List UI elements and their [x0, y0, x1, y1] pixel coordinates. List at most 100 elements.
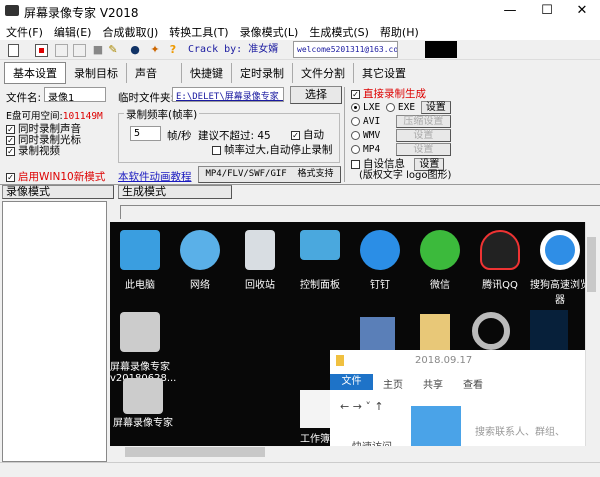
- options-list: ✓ 同时录制声音 ✓ 同时录制光标 ✓ 录制视频: [6, 124, 81, 157]
- lxe-radio[interactable]: LXE: [351, 102, 380, 113]
- icon-label: 屏幕录像专家: [113, 418, 173, 429]
- overwatch-icon: [472, 312, 510, 350]
- record-video-label: 录制视频: [18, 145, 60, 157]
- menu-compose[interactable]: 合成截取(J): [96, 22, 163, 40]
- icon-label: 网络: [190, 280, 210, 291]
- formats-button[interactable]: MP4/FLV/SWF/GIF 格式支持: [198, 166, 341, 183]
- stop-icon[interactable]: [73, 44, 86, 57]
- exe-radio[interactable]: EXE: [385, 102, 416, 113]
- win10-mode-label: 启用WIN10新模式: [18, 171, 106, 183]
- avi-label: AVI: [363, 116, 381, 127]
- minimize-button[interactable]: —: [490, 0, 530, 22]
- vertical-scrollbar[interactable]: [585, 222, 597, 446]
- menu-help[interactable]: 帮助(H): [374, 22, 424, 40]
- installer-icon: [360, 317, 395, 352]
- output-panel: ✓ 直接录制生成 LXE EXE 设置 AVI 压缩设置 WMV 设置 MP4 设…: [344, 87, 456, 182]
- help-icon[interactable]: ?: [165, 42, 181, 58]
- globe-icon[interactable]: ●: [127, 42, 143, 58]
- window-title: 屏幕录像专家 V2018: [24, 6, 139, 20]
- horizontal-scrollbar[interactable]: [110, 446, 585, 458]
- tab-target[interactable]: 录制目标: [66, 63, 127, 83]
- compress-settings-button[interactable]: 压缩设置: [395, 115, 451, 128]
- menu-convert[interactable]: 转换工具(T): [163, 22, 233, 40]
- blue-block: [411, 406, 461, 446]
- tab-timer[interactable]: 定时录制: [232, 63, 293, 83]
- menu-file[interactable]: 文件(F): [0, 22, 48, 40]
- tutorial-link[interactable]: 本软件动画教程: [118, 169, 192, 184]
- desktop-icons-row: 此电脑 网络 回收站 控制面板 钉钉 微信 腾讯QQ 搜狗高速浏览器: [110, 230, 585, 306]
- menu-bar: 文件(F) 编辑(E) 合成截取(J) 转换工具(T) 录像模式(L) 生成模式(S) 帮助…: [0, 22, 600, 40]
- explorer-tab-file: 文件: [330, 374, 373, 390]
- record-mode-header[interactable]: 录像模式: [2, 185, 114, 199]
- desktop-icon: 微信: [410, 230, 470, 306]
- record-list[interactable]: [2, 201, 107, 462]
- explorer-window: 2018.09.17 文件 主页 共享 查看 ← → ˅ ↑ 搜索联系人、群组、…: [330, 350, 585, 446]
- icon-label: 钉钉: [370, 280, 390, 291]
- filename-label: 文件名:: [6, 92, 42, 104]
- disk-label: E盘可用空间:: [6, 111, 63, 122]
- explorer-tab-home: 主页: [383, 380, 403, 391]
- pause-icon[interactable]: [55, 44, 68, 57]
- quick-access: 快速访问: [352, 438, 392, 446]
- mp4-settings-button[interactable]: 设置: [395, 143, 451, 156]
- exe-label: EXE: [397, 102, 416, 113]
- folder-icon: [336, 355, 344, 366]
- desktop-icon: 网络: [170, 230, 230, 306]
- direct-gen-checkbox[interactable]: ✓ 直接录制生成: [345, 87, 456, 101]
- record-video-checkbox[interactable]: ✓ 录制视频: [6, 146, 81, 157]
- tab-basic[interactable]: 基本设置: [4, 62, 66, 84]
- custom-info-checkbox[interactable]: 自设信息: [351, 158, 405, 170]
- crack-label: Crack by: 准女婿: [188, 44, 279, 55]
- lxe-settings-button[interactable]: 设置: [420, 101, 451, 114]
- back-arrow-icon: ← → ˅ ↑: [340, 400, 384, 413]
- title-bar: 屏幕录像专家 V2018 — ☐ ✕: [0, 0, 600, 22]
- custom-info-label: 自设信息: [363, 158, 405, 170]
- status-bar: [0, 462, 600, 477]
- icon-label: 此电脑: [125, 280, 155, 291]
- temp-folder-field[interactable]: E:\DELET\屏幕录像专家 V: [172, 87, 284, 102]
- wmv-radio[interactable]: WMV: [351, 130, 380, 141]
- settings-icon[interactable]: ✦: [147, 42, 163, 58]
- auto-checkbox[interactable]: ✓ 自动: [291, 127, 324, 142]
- fps-unit: 帧/秒: [167, 130, 192, 142]
- battlenet-icon: [530, 310, 568, 350]
- win10-mode-checkbox[interactable]: ✓ 启用WIN10新模式: [6, 169, 105, 184]
- desktop-icon: 回收站: [230, 230, 290, 306]
- wmv-settings-button[interactable]: 设置: [395, 129, 451, 142]
- icon-label: 搜狗高速浏览器: [530, 280, 585, 306]
- folder-icon: [420, 314, 450, 352]
- menu-gen-mode[interactable]: 生成模式(S): [303, 22, 374, 40]
- gen-mode-header[interactable]: 生成模式: [118, 185, 232, 199]
- desktop-icon: 此电脑: [110, 230, 170, 306]
- screen-preview[interactable]: 此电脑 网络 回收站 控制面板 钉钉 微信 腾讯QQ 搜狗高速浏览器 屏幕录像专…: [110, 222, 585, 446]
- tab-hotkey[interactable]: 快捷键: [182, 63, 232, 83]
- app-icon: [5, 5, 19, 16]
- camera-icon[interactable]: ■: [90, 42, 106, 58]
- tab-split[interactable]: 文件分割: [293, 63, 354, 83]
- disk-space-value: 101149M: [62, 111, 103, 122]
- desktop-icon: 腾讯QQ: [470, 230, 530, 306]
- maximize-button[interactable]: ☐: [527, 0, 567, 22]
- record-icon[interactable]: [35, 44, 48, 57]
- fps-group-title: 录制频率(帧率): [124, 107, 200, 122]
- icon-label: 回收站: [245, 280, 275, 291]
- tab-sound[interactable]: 声音: [127, 63, 182, 83]
- menu-record-mode[interactable]: 录像模式(L): [234, 22, 304, 40]
- choose-button[interactable]: 选择: [290, 86, 342, 104]
- pen-icon[interactable]: ✎: [105, 42, 121, 58]
- fps-suggest: 建议不超过: 45: [198, 130, 271, 142]
- fps-input[interactable]: 5: [130, 126, 161, 141]
- autostop-checkbox[interactable]: 帧率过大,自动停止录制: [212, 142, 332, 157]
- close-button[interactable]: ✕: [562, 0, 600, 22]
- desktop-icon: 钉钉: [350, 230, 410, 306]
- tab-other[interactable]: 其它设置: [354, 63, 414, 83]
- icon-label: 腾讯QQ: [482, 280, 518, 291]
- disk-space-label: E盘可用空间:101149M: [6, 108, 103, 122]
- menu-edit[interactable]: 编辑(E): [48, 22, 97, 40]
- avi-radio[interactable]: AVI: [351, 116, 380, 127]
- auto-label: 自动: [303, 129, 324, 141]
- autostop-label: 帧率过大,自动停止录制: [224, 144, 333, 156]
- new-icon[interactable]: [8, 44, 19, 57]
- filename-input[interactable]: 录像1: [44, 87, 106, 102]
- mp4-radio[interactable]: MP4: [351, 144, 380, 155]
